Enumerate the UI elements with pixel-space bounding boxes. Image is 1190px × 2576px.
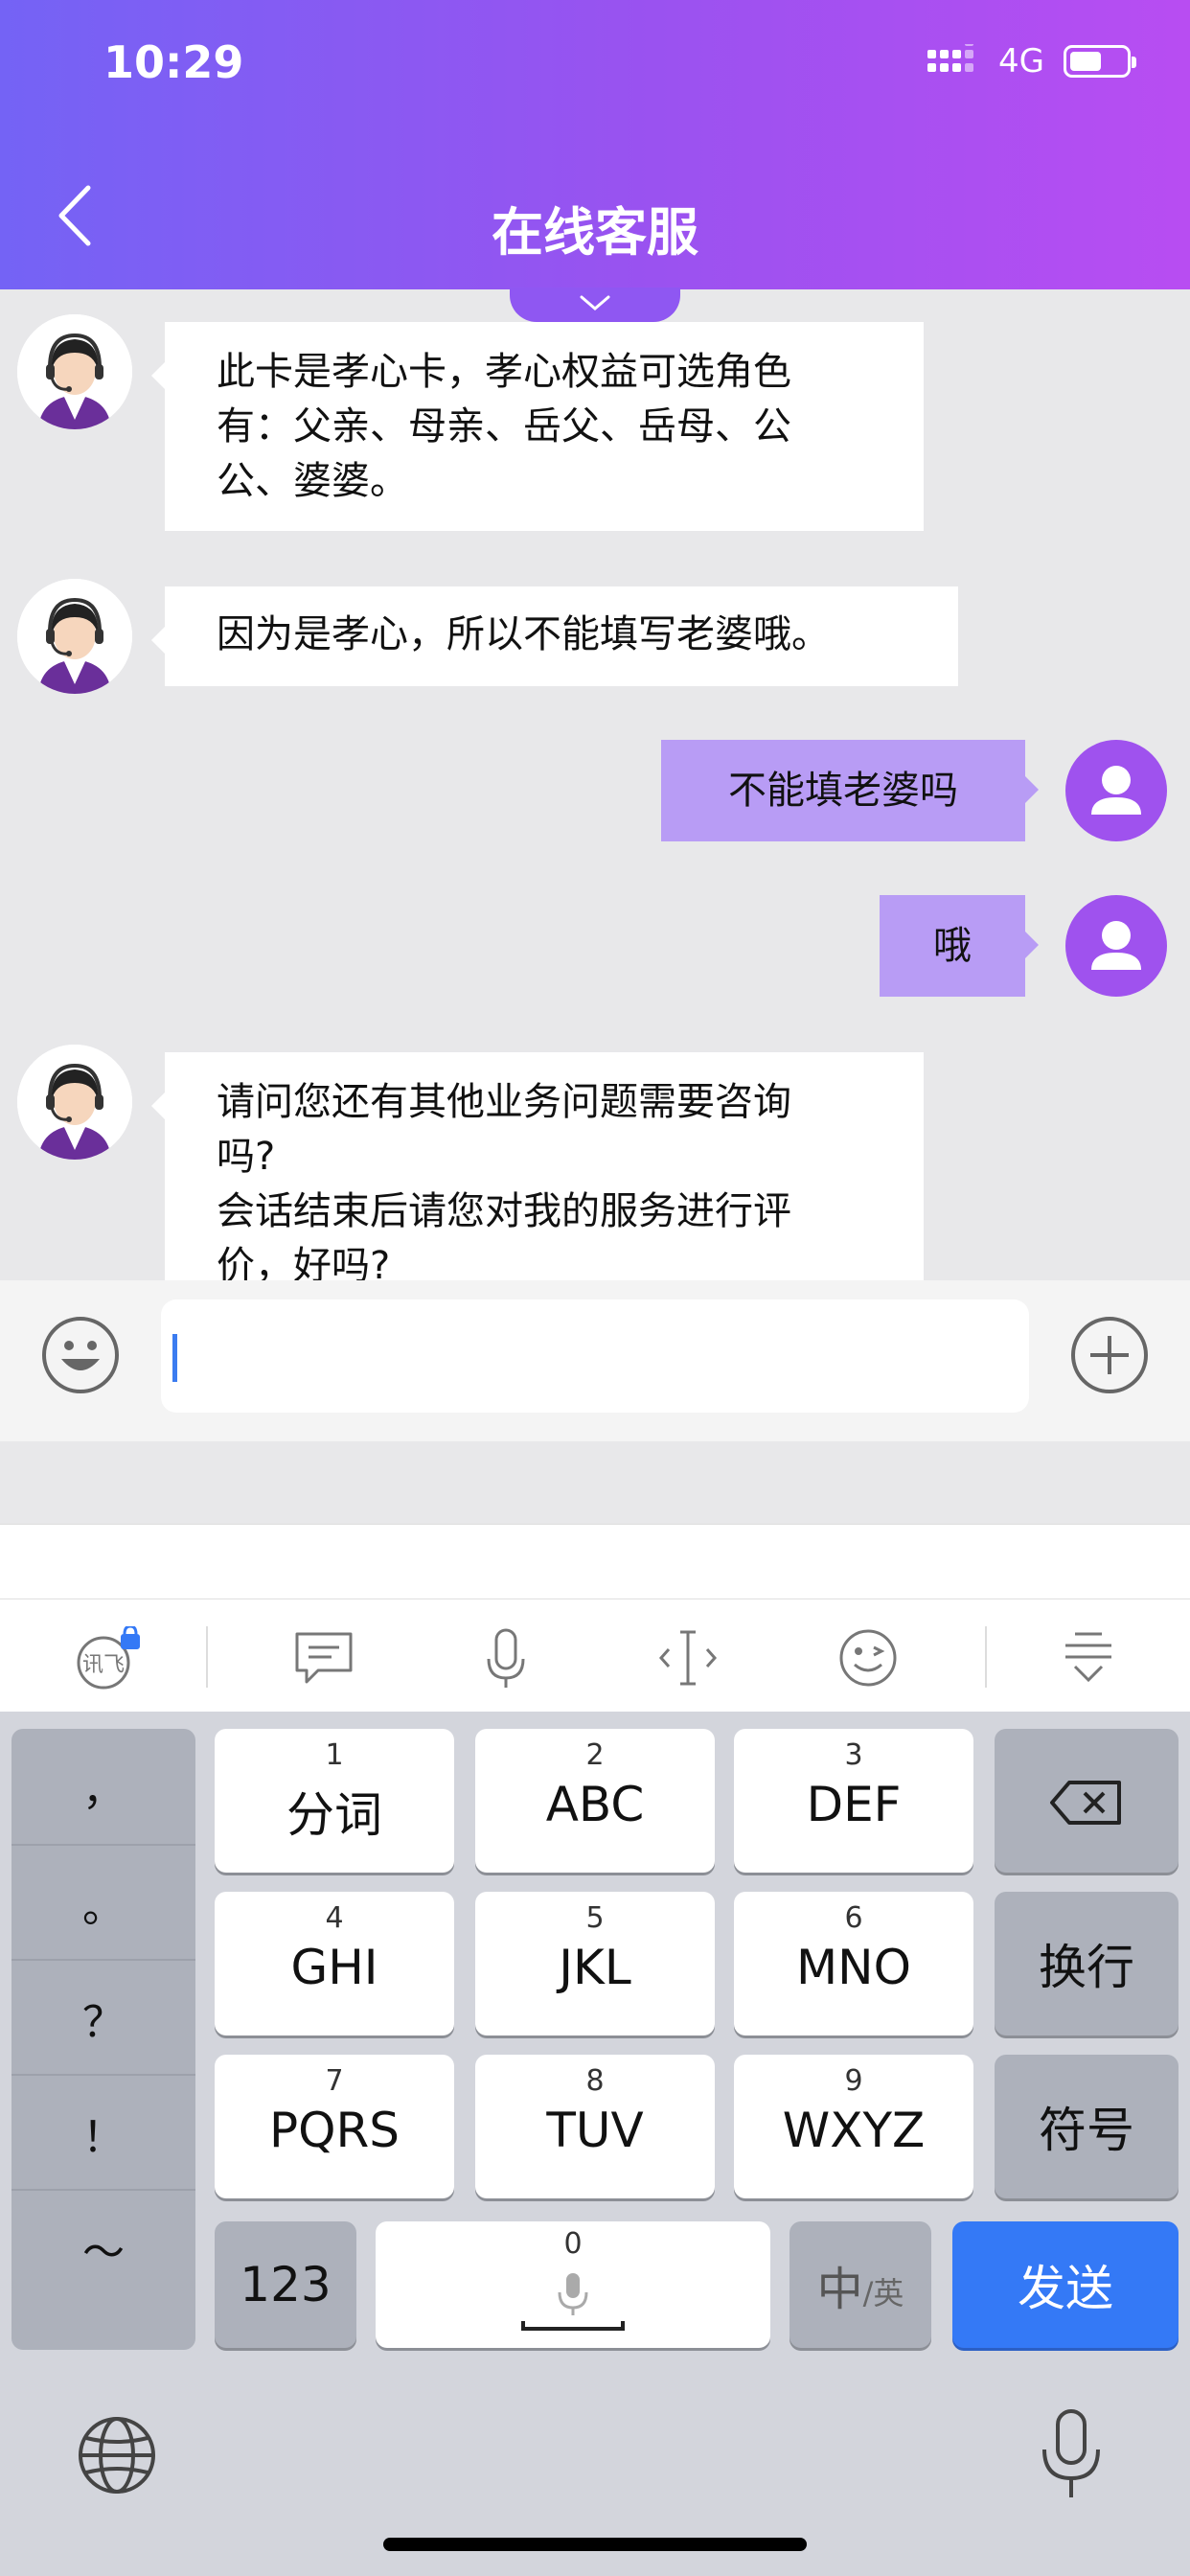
key-number: 9 <box>844 2064 863 2098</box>
message-line: 公、婆婆。 <box>217 459 408 503</box>
message-icon[interactable] <box>287 1626 360 1690</box>
space-key[interactable]: 0 <box>376 2221 770 2348</box>
agent-message-bubble: 因为是孝心，所以不能填写老婆哦。 <box>151 586 958 686</box>
key-label: 分词 <box>286 1787 382 1843</box>
key-5[interactable]: 5 JKL <box>475 1892 715 2036</box>
message-line: 会话结束后请您对我的服务进行评 <box>217 1189 791 1233</box>
key-label: ABC <box>545 1777 645 1832</box>
key-number: 6 <box>844 1901 863 1935</box>
key-6[interactable]: 6 MNO <box>734 1892 973 2036</box>
key-label: WXYZ <box>782 2103 926 2158</box>
key-label: DEF <box>806 1777 902 1832</box>
network-type: 4G <box>998 42 1044 80</box>
agent-avatar <box>17 579 132 694</box>
key-label: 符号 <box>1039 2103 1134 2158</box>
app-header: 10:29 4G 在线客服 <box>0 0 1190 289</box>
page-title: 在线客服 <box>492 202 698 263</box>
user-message-bubble: 哦 <box>880 895 1039 997</box>
text-caret <box>172 1334 177 1382</box>
language-switch-key[interactable]: 中/英 <box>790 2221 931 2348</box>
microphone-icon[interactable] <box>469 1626 542 1690</box>
key-3[interactable]: 3 DEF <box>734 1729 973 1873</box>
key-label: MNO <box>796 1940 911 1995</box>
backspace-icon <box>1050 1781 1121 1825</box>
key-number: 8 <box>585 2064 605 2098</box>
message-input[interactable] <box>161 1300 1029 1413</box>
message-line: 吗? <box>217 1135 276 1179</box>
message-line: 此卡是孝心卡，孝心权益可选角色 <box>217 350 791 394</box>
add-icon[interactable] <box>1069 1315 1150 1395</box>
battery-icon <box>1064 45 1136 78</box>
punctuation-column[interactable]: ， 。 ？ ！ ～ <box>11 1729 195 2350</box>
key-number: 2 <box>585 1738 605 1772</box>
user-avatar-icon <box>1065 740 1167 841</box>
key-label: 123 <box>240 2257 332 2312</box>
key-label: GHI <box>290 1940 378 1995</box>
punct-tilde-key[interactable]: ～ <box>11 2189 195 2306</box>
keyboard: ， 。 ？ ！ ～ 1 分词 2 ABC 3 DEF 4 GHI 5 JKL 6… <box>0 1712 1190 2576</box>
agent-message-bubble: 此卡是孝心卡，孝心权益可选角色 有：父亲、母亲、岳父、岳母、公 公、婆婆。 <box>151 322 924 531</box>
chat-messages[interactable]: 此卡是孝心卡，孝心权益可选角色 有：父亲、母亲、岳父、岳母、公 公、婆婆。 因为… <box>0 289 1190 1280</box>
hide-keyboard-icon[interactable] <box>1052 1626 1125 1690</box>
space-mic-icon <box>521 2273 625 2331</box>
key-4[interactable]: 4 GHI <box>215 1892 454 2036</box>
agent-avatar <box>17 1045 132 1160</box>
newline-key[interactable]: 换行 <box>995 1892 1179 2036</box>
send-button[interactable]: 发送 <box>952 2221 1179 2348</box>
key-label: PQRS <box>269 2103 400 2158</box>
message-line: 请问您还有其他业务问题需要咨询 <box>217 1080 791 1124</box>
key-9[interactable]: 9 WXYZ <box>734 2055 973 2198</box>
globe-icon[interactable] <box>77 2415 157 2496</box>
signal-icon <box>927 44 974 72</box>
message-line: 价，好吗? <box>217 1244 391 1280</box>
agent-message-bubble: 请问您还有其他业务问题需要咨询 吗? 会话结束后请您对我的服务进行评 价，好吗? <box>151 1052 924 1280</box>
punct-comma-key[interactable]: ， <box>11 1729 195 1844</box>
key-label: JKL <box>559 1940 631 1995</box>
lang-sub: /英 <box>862 2275 904 2312</box>
key-label: TUV <box>546 2103 644 2158</box>
ifly-brand-icon[interactable]: 讯飞 <box>73 1624 146 1690</box>
language-switch-label: 中/英 <box>790 2221 931 2348</box>
divider <box>985 1626 987 1688</box>
status-time: 10:29 <box>103 36 244 88</box>
user-message-bubble: 不能填老婆吗 <box>661 740 1039 841</box>
key-number: 4 <box>325 1901 344 1935</box>
candidate-bar <box>0 1524 1190 1599</box>
message-line: 有：父亲、母亲、岳父、岳母、公 <box>217 404 791 448</box>
dictation-mic-icon[interactable] <box>1031 2407 1111 2503</box>
punct-question-key[interactable]: ？ <box>11 1959 195 2076</box>
backspace-key[interactable] <box>995 1729 1179 1873</box>
symbols-key[interactable]: 符号 <box>995 2055 1179 2198</box>
divider <box>206 1626 208 1688</box>
emoji-icon[interactable] <box>40 1315 121 1395</box>
key-number: 7 <box>325 2064 344 2098</box>
message-text: 不能填老婆吗 <box>728 769 958 813</box>
punct-exclaim-key[interactable]: ！ <box>11 2074 195 2191</box>
status-indicators: 4G <box>927 42 1136 80</box>
message-line: 因为是孝心，所以不能填写老婆哦。 <box>217 612 830 656</box>
numbers-key[interactable]: 123 <box>215 2221 356 2348</box>
key-2[interactable]: 2 ABC <box>475 1729 715 1873</box>
key-1[interactable]: 1 分词 <box>215 1729 454 1873</box>
ifly-brand-text: 讯飞 <box>81 1653 125 1677</box>
spacer <box>0 1441 1190 1524</box>
lang-main: 中 <box>816 2263 863 2316</box>
agent-avatar <box>17 314 132 429</box>
punct-period-key[interactable]: 。 <box>11 1844 195 1961</box>
key-number: 5 <box>585 1901 605 1935</box>
keyboard-toolbar: 讯飞 <box>0 1598 1190 1713</box>
key-label: 换行 <box>1039 1940 1134 1995</box>
key-number: 3 <box>844 1738 863 1772</box>
cursor-move-icon[interactable] <box>652 1626 724 1690</box>
key-7[interactable]: 7 PQRS <box>215 2055 454 2198</box>
key-number: 0 <box>563 2227 583 2261</box>
home-indicator[interactable] <box>383 2538 807 2551</box>
user-avatar-icon <box>1065 895 1167 997</box>
key-number: 1 <box>325 1738 344 1772</box>
input-bar <box>0 1280 1190 1441</box>
wink-emoji-icon[interactable] <box>832 1626 904 1690</box>
message-text: 哦 <box>933 924 972 968</box>
key-8[interactable]: 8 TUV <box>475 2055 715 2198</box>
